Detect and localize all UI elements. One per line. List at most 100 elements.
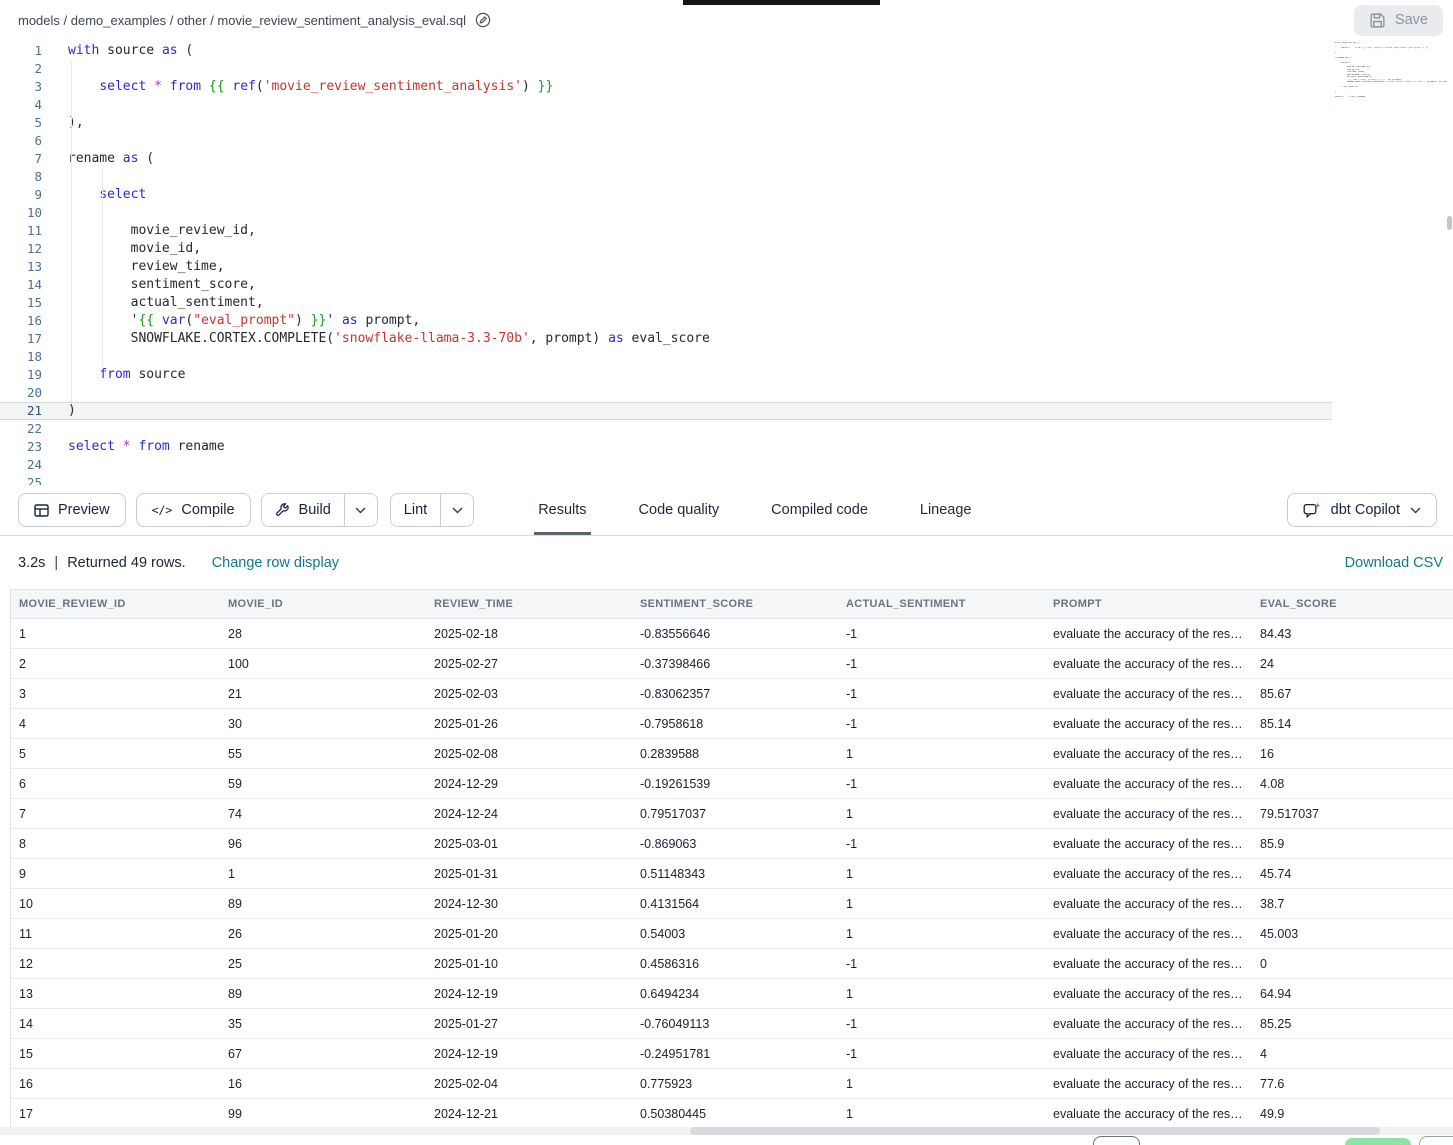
code-line[interactable]: 3 select * from {{ ref('movie_review_sen… (0, 78, 1332, 96)
table-cell: 100 (220, 657, 426, 671)
table-cell: 17 (11, 1107, 220, 1121)
code-line[interactable]: 24 (0, 456, 1332, 474)
table-cell: 1 (838, 927, 1045, 941)
table-row: 14352025-01-27-0.76049113-1evaluate the … (11, 1009, 1453, 1039)
line-number: 16 (0, 312, 42, 330)
horizontal-scrollbar[interactable] (0, 1127, 1453, 1135)
status-separator: | (54, 555, 58, 571)
change-row-display-link[interactable]: Change row display (212, 555, 339, 571)
table-cell: 2025-02-18 (426, 627, 632, 641)
line-number: 12 (0, 240, 42, 258)
column-header[interactable]: EVAL_SCORE (1252, 598, 1453, 610)
save-button[interactable]: Save (1354, 5, 1443, 36)
partial-bottom-button[interactable] (1093, 1136, 1140, 1145)
prompt-cell: evaluate the accuracy of the res… (1045, 807, 1252, 821)
table-row: 13892024-12-190.64942341evaluate the acc… (11, 979, 1453, 1009)
table-cell: 85.9 (1252, 837, 1453, 851)
preview-button[interactable]: Preview (18, 493, 126, 527)
column-header[interactable]: MOVIE_REVIEW_ID (11, 598, 220, 610)
column-header[interactable]: SENTIMENT_SCORE (632, 598, 838, 610)
horizontal-scrollbar-thumb[interactable] (690, 1127, 1380, 1135)
code-line[interactable]: 1with source as ( (0, 42, 1332, 60)
results-tabs: Results Code quality Compiled code Linea… (512, 485, 997, 535)
table-row: 1282025-02-18-0.83556646-1evaluate the a… (11, 619, 1453, 649)
prompt-cell: evaluate the accuracy of the res… (1045, 1077, 1252, 1091)
code-line[interactable]: 10 (0, 204, 1332, 222)
chevron-down-icon (1410, 507, 1421, 514)
build-button[interactable]: Build (262, 494, 344, 526)
table-cell: -0.83556646 (632, 627, 838, 641)
code-line[interactable]: 14 sentiment_score, (0, 276, 1332, 294)
table-cell: 9 (11, 867, 220, 881)
prompt-text: evaluate the accuracy of the res… (1053, 957, 1243, 971)
table-cell: 2025-03-01 (426, 837, 632, 851)
prompt-text: evaluate the accuracy of the res… (1053, 687, 1243, 701)
code-line[interactable]: 16 '{{ var("eval_prompt") }}' as prompt, (0, 312, 1332, 330)
minimap[interactable]: with source as ( select * from {{ ref('m… (1335, 42, 1447, 104)
table-row: 5552025-02-080.28395881evaluate the accu… (11, 739, 1453, 769)
table-row: 21002025-02-27-0.37398466-1evaluate the … (11, 649, 1453, 679)
minimap-line (1335, 101, 1447, 103)
code-line[interactable]: 20 (0, 384, 1332, 402)
prompt-text: evaluate the accuracy of the res… (1053, 807, 1243, 821)
prompt-cell: evaluate the accuracy of the res… (1045, 897, 1252, 911)
code-line[interactable]: 5), (0, 114, 1332, 132)
code-line[interactable]: 11 movie_review_id, (0, 222, 1332, 240)
tab-code-quality[interactable]: Code quality (613, 485, 746, 535)
code-line[interactable]: 8 (0, 168, 1332, 186)
pencil-circle-icon (475, 12, 491, 28)
lint-dropdown-button[interactable] (440, 494, 473, 526)
editor-scrollbar-thumb[interactable] (1447, 216, 1452, 230)
table-cell: 2024-12-30 (426, 897, 632, 911)
prompt-text: evaluate the accuracy of the res… (1053, 1017, 1243, 1031)
code-line[interactable]: 17 SNOWFLAKE.CORTEX.COMPLETE('snowflake-… (0, 330, 1332, 348)
partial-green-status-button[interactable] (1345, 1138, 1411, 1145)
code-line[interactable]: 21) (0, 402, 1332, 420)
tab-compiled-code[interactable]: Compiled code (745, 485, 894, 535)
column-header[interactable]: MOVIE_ID (220, 598, 426, 610)
table-cell: -0.869063 (632, 837, 838, 851)
code-line[interactable]: 6 (0, 132, 1332, 150)
code-line[interactable]: 9 select (0, 186, 1332, 204)
code-line[interactable]: 23select * from rename (0, 438, 1332, 456)
table-cell: 1 (220, 867, 426, 881)
table-cell: 2025-01-10 (426, 957, 632, 971)
compile-button[interactable]: </> Compile (136, 493, 251, 527)
table-cell: 0 (1252, 957, 1453, 971)
table-cell: 2024-12-29 (426, 777, 632, 791)
line-number: 13 (0, 258, 42, 276)
column-header[interactable]: ACTUAL_SENTIMENT (838, 598, 1045, 610)
table-cell: 96 (220, 837, 426, 851)
code-line[interactable]: 15 actual_sentiment, (0, 294, 1332, 312)
chevron-down-icon (355, 507, 366, 514)
code-line[interactable]: 18 (0, 348, 1332, 366)
toolbar: Preview </> Compile Build Lint (0, 485, 1453, 536)
table-cell: 85.67 (1252, 687, 1453, 701)
column-header[interactable]: PROMPT (1045, 598, 1252, 610)
line-number: 3 (0, 78, 42, 96)
code-line[interactable]: 2 (0, 60, 1332, 78)
build-dropdown-button[interactable] (344, 494, 377, 526)
prompt-cell: evaluate the accuracy of the res… (1045, 627, 1252, 641)
partial-bottom-button[interactable] (1419, 1136, 1453, 1145)
tab-lineage[interactable]: Lineage (894, 485, 998, 535)
code-line[interactable]: 19 from source (0, 366, 1332, 384)
dbt-copilot-button[interactable]: dbt Copilot (1287, 493, 1437, 527)
lint-button[interactable]: Lint (391, 494, 440, 526)
query-status-bar: 3.2s | Returned 49 rows. Change row disp… (0, 536, 1453, 589)
tab-results[interactable]: Results (512, 485, 612, 535)
rows-returned: Returned 49 rows. (67, 555, 185, 571)
download-csv-link[interactable]: Download CSV (1345, 555, 1443, 571)
code-line[interactable]: 4 (0, 96, 1332, 114)
column-header[interactable]: REVIEW_TIME (426, 598, 632, 610)
breadcrumb[interactable]: models / demo_examples / other / movie_r… (18, 12, 491, 28)
table-cell: 79.517037 (1252, 807, 1453, 821)
table-cell: 0.54003 (632, 927, 838, 941)
table-cell: 0.50380445 (632, 1107, 838, 1121)
code-editor[interactable]: 1with source as (23 select * from {{ ref… (0, 40, 1453, 485)
code-line[interactable]: 22 (0, 420, 1332, 438)
code-line[interactable]: 7rename as ( (0, 150, 1332, 168)
code-line[interactable]: 12 movie_id, (0, 240, 1332, 258)
prompt-text: evaluate the accuracy of the res… (1053, 897, 1243, 911)
code-line[interactable]: 13 review_time, (0, 258, 1332, 276)
